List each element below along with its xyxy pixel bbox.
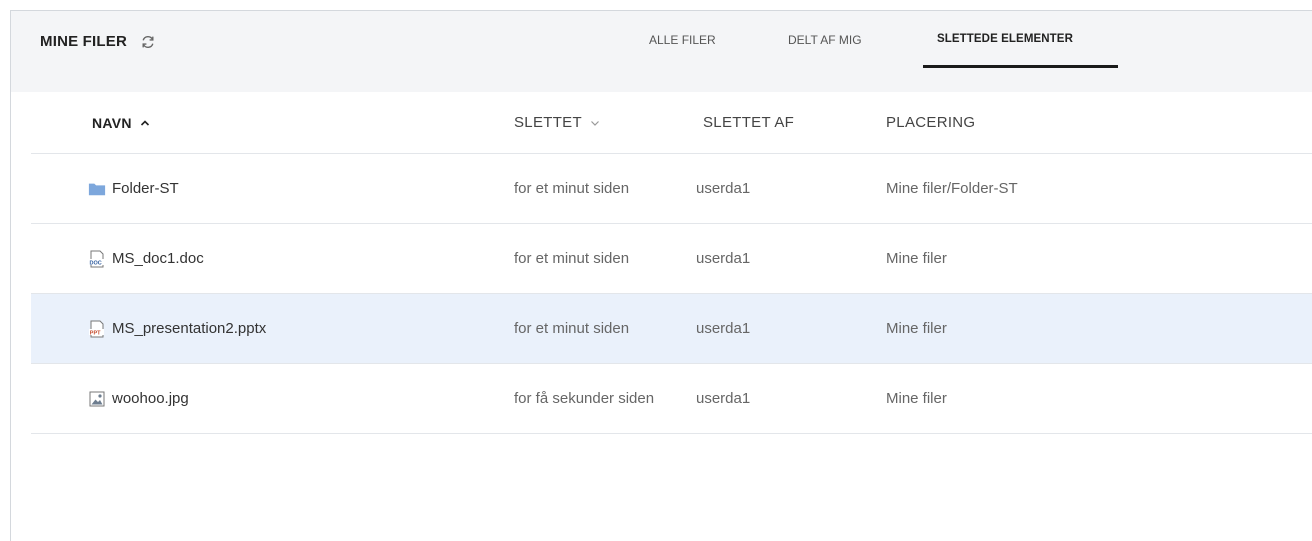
title-area: MINE FILER bbox=[40, 33, 156, 50]
column-header-deleted-by[interactable]: SLETTET AF bbox=[703, 92, 794, 153]
column-header-location-label: PLACERING bbox=[886, 114, 976, 131]
tab-all-files[interactable]: ALLE FILER bbox=[649, 33, 716, 47]
deleted-time: for et minut siden bbox=[514, 250, 630, 267]
tab-shared-with-me[interactable]: DELT AF MIG bbox=[788, 33, 862, 47]
file-name-cell: PPT MS_presentation2.pptx bbox=[88, 294, 266, 363]
file-name[interactable]: MS_presentation2.pptx bbox=[112, 320, 266, 337]
column-header-location[interactable]: PLACERING bbox=[886, 92, 975, 153]
deleted-time: for et minut siden bbox=[514, 180, 630, 197]
tab-deleted-items[interactable]: SLETTEDE ELEMENTER bbox=[937, 33, 1073, 45]
deleted-by: userda1 bbox=[696, 180, 751, 197]
deleted-time: for et minut siden bbox=[514, 320, 630, 337]
column-header-deleted[interactable]: SLETTET bbox=[514, 92, 600, 153]
folder-icon bbox=[88, 180, 106, 198]
deleted-files-table: NAVN SLETTET SLETTET AF PLACERING Folder… bbox=[31, 92, 1312, 434]
file-location: Mine filer bbox=[886, 250, 947, 267]
active-tab-indicator bbox=[923, 65, 1118, 68]
file-name[interactable]: MS_doc1.doc bbox=[112, 250, 204, 267]
file-name[interactable]: Folder-ST bbox=[112, 180, 179, 197]
column-header-deleted-label: SLETTET bbox=[514, 114, 582, 131]
file-location: Mine filer/Folder-ST bbox=[886, 180, 1018, 197]
files-panel: MINE FILER ALLE FILER DELT AF MIG SLETTE… bbox=[10, 10, 1312, 541]
table-row[interactable]: DOC MS_doc1.doc for et minut siden userd… bbox=[31, 224, 1312, 294]
page-header: MINE FILER ALLE FILER DELT AF MIG SLETTE… bbox=[11, 11, 1312, 92]
deleted-by: userda1 bbox=[696, 390, 751, 407]
image-file-icon bbox=[88, 390, 106, 408]
table-header-row: NAVN SLETTET SLETTET AF PLACERING bbox=[31, 92, 1312, 154]
table-row[interactable]: PPT MS_presentation2.pptx for et minut s… bbox=[31, 294, 1312, 364]
deleted-by: userda1 bbox=[696, 320, 751, 337]
file-name-cell: DOC MS_doc1.doc bbox=[88, 224, 204, 293]
svg-text:PPT: PPT bbox=[90, 330, 101, 336]
column-header-name[interactable]: NAVN bbox=[92, 92, 150, 153]
deleted-time-cell: for få sekunder siden bbox=[514, 364, 692, 433]
sort-ascending-icon bbox=[140, 119, 150, 127]
page-title: MINE FILER bbox=[40, 33, 127, 50]
file-location: Mine filer bbox=[886, 320, 947, 337]
ppt-file-icon: PPT bbox=[88, 320, 106, 338]
column-header-name-label: NAVN bbox=[92, 114, 132, 131]
chevron-down-icon bbox=[590, 119, 600, 127]
table-row[interactable]: Folder-ST for et minut siden userda1 Min… bbox=[31, 154, 1312, 224]
file-name[interactable]: woohoo.jpg bbox=[112, 390, 189, 407]
deleted-by: userda1 bbox=[696, 250, 751, 267]
table-row[interactable]: woohoo.jpg for få sekunder siden userda1… bbox=[31, 364, 1312, 434]
refresh-icon[interactable] bbox=[140, 34, 156, 50]
file-name-cell: woohoo.jpg bbox=[88, 364, 189, 433]
file-name-cell: Folder-ST bbox=[88, 154, 179, 223]
svg-text:DOC: DOC bbox=[90, 260, 102, 266]
doc-file-icon: DOC bbox=[88, 250, 106, 268]
column-header-deleted-by-label: SLETTET AF bbox=[703, 114, 795, 131]
deleted-time: for få sekunder siden bbox=[514, 390, 655, 407]
file-location: Mine filer bbox=[886, 390, 947, 407]
